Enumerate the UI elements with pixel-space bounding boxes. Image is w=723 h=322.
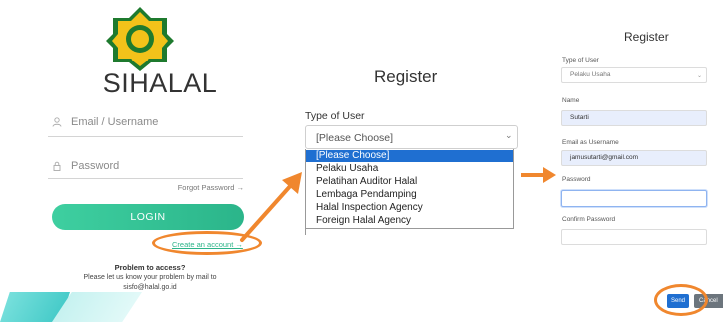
app-title: SIHALAL bbox=[102, 68, 218, 98]
user-icon bbox=[52, 117, 62, 127]
name-value: Sutarti bbox=[570, 114, 589, 121]
option-halal-inspection-agency[interactable]: Halal Inspection Agency bbox=[306, 202, 513, 214]
forgot-password-link[interactable]: Forgot Password → bbox=[160, 183, 244, 192]
option-pelaku-usaha[interactable]: Pelaku Usaha bbox=[306, 163, 513, 175]
option-pelatihan-auditor-halal[interactable]: Pelatihan Auditor Halal bbox=[306, 176, 513, 188]
password-field[interactable] bbox=[561, 190, 707, 207]
problem-text: Please let us know your problem by mail … bbox=[83, 274, 217, 281]
highlight-ring bbox=[654, 284, 708, 316]
password-input[interactable]: Password bbox=[71, 160, 119, 172]
halal-logo-icon bbox=[106, 7, 174, 71]
problem-heading: Problem to access? bbox=[114, 263, 186, 272]
support-email: sisfo@halal.go.id bbox=[123, 284, 177, 291]
form-name-label: Name bbox=[562, 97, 580, 104]
option-lembaga-pendamping[interactable]: Lembaga Pendamping bbox=[306, 189, 513, 201]
chevron-down-icon: ⌄ bbox=[505, 130, 513, 140]
register-title: Register bbox=[374, 67, 438, 86]
form-confirm-label: Confirm Password bbox=[562, 216, 616, 223]
lock-icon bbox=[53, 161, 61, 171]
email-value: jamusutarti@gmail.com bbox=[570, 154, 639, 161]
form-email-label: Email as Username bbox=[562, 139, 619, 146]
arrow-right-icon bbox=[240, 172, 302, 242]
option-please-choose[interactable]: [Please Choose] bbox=[306, 150, 513, 162]
email-underline bbox=[48, 136, 243, 137]
form-title: Register bbox=[624, 30, 669, 44]
chevron-down-icon: ⌄ bbox=[697, 73, 703, 79]
login-button[interactable]: LOGIN bbox=[52, 204, 244, 230]
confirm-password-field[interactable] bbox=[561, 229, 707, 245]
select-value: [Please Choose] bbox=[316, 132, 394, 144]
arrow-right-icon bbox=[521, 167, 556, 183]
type-of-user-label: Type of User bbox=[305, 110, 365, 122]
dropdown-options: [Please Choose] Pelaku Usaha Pelatihan A… bbox=[305, 149, 514, 229]
form-password-label: Password bbox=[562, 176, 591, 183]
email-input[interactable]: Email / Username bbox=[71, 116, 158, 128]
option-foreign-halal-agency[interactable]: Foreign Halal Agency bbox=[306, 215, 513, 227]
form-type-label: Type of User bbox=[562, 57, 599, 64]
password-underline bbox=[48, 178, 243, 179]
form-type-value: Pelaku Usaha bbox=[570, 71, 611, 78]
